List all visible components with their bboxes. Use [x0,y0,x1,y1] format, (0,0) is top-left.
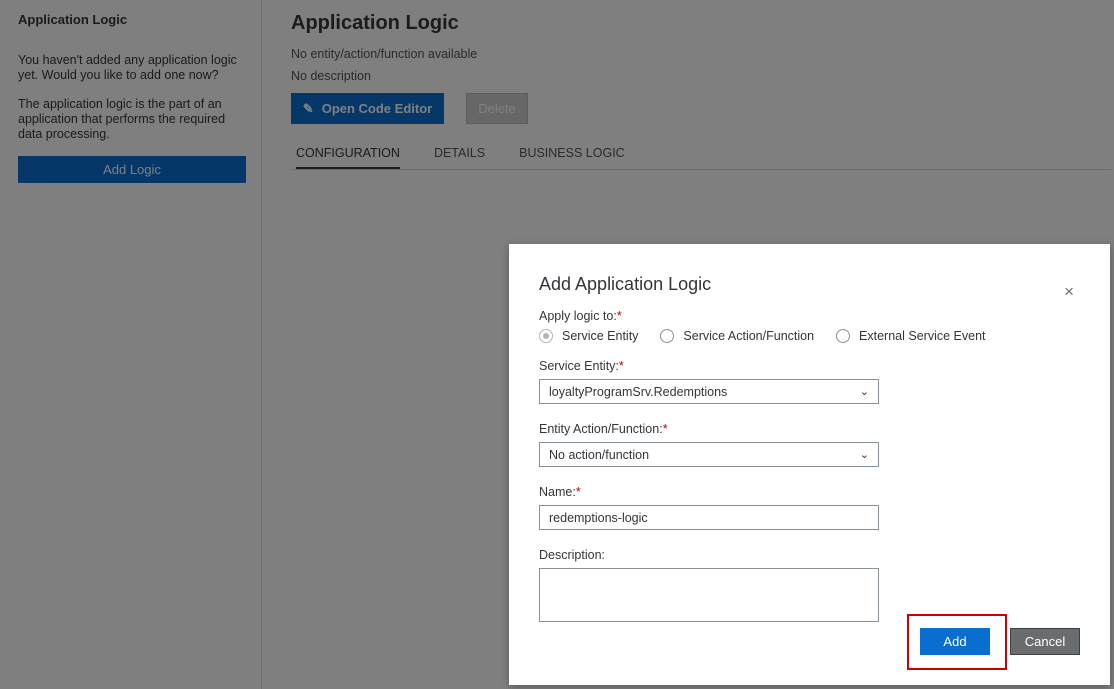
add-button-wrapper: Add [907,614,1007,670]
name-label: Name:* [539,485,581,499]
description-textarea[interactable] [539,568,879,622]
dialog-footer: Add Cancel [907,614,1080,670]
chevron-down-icon: ⌄ [859,449,869,461]
cancel-button[interactable]: Cancel [1010,628,1080,655]
chevron-down-icon: ⌄ [859,386,869,398]
radio-service-action-function[interactable]: Service Action/Function [660,329,814,343]
entity-action-select[interactable]: No action/function ⌄ [539,442,879,467]
radio-label: Service Entity [562,329,639,343]
radio-selected-icon [539,329,553,343]
name-input[interactable]: redemptions-logic [539,505,879,530]
entity-action-label: Entity Action/Function:* [539,422,668,436]
service-entity-label: Service Entity:* [539,359,624,373]
name-value: redemptions-logic [549,510,648,525]
service-entity-select[interactable]: loyaltyProgramSrv.Redemptions ⌄ [539,379,879,404]
dialog-title: Add Application Logic [539,274,712,294]
apply-logic-label: Apply logic to:* [539,309,622,323]
radio-label: Service Action/Function [683,329,815,343]
radio-service-entity[interactable]: Service Entity [539,329,638,343]
apply-logic-radio-group: Service Entity Service Action/Function E… [539,329,1080,343]
add-button[interactable]: Add [920,628,990,655]
description-label: Description: [539,548,605,562]
add-application-logic-dialog: Add Application Logic × Apply logic to:*… [509,244,1110,685]
service-entity-value: loyaltyProgramSrv.Redemptions [549,384,728,399]
entity-action-value: No action/function [549,447,650,462]
radio-unselected-icon [660,329,675,343]
radio-external-service-event[interactable]: External Service Event [836,329,986,343]
radio-unselected-icon [836,329,851,343]
radio-label: External Service Event [859,329,986,343]
close-icon[interactable]: × [1064,282,1074,302]
